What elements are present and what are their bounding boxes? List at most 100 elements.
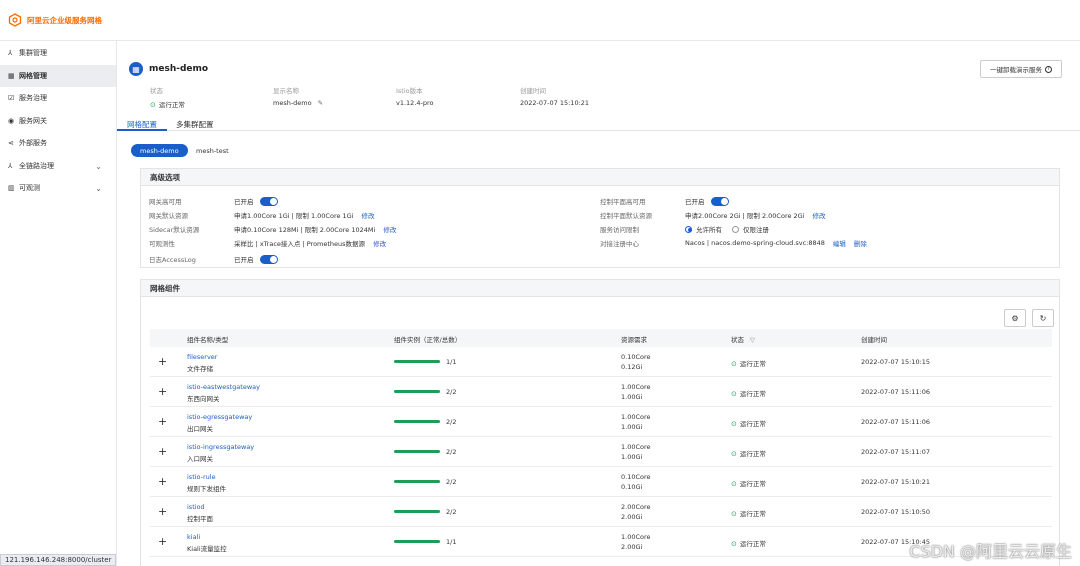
main-content: ▦ mesh-demo 一键卸载演示服务 ? 状态 显示名称 Istio版本 创…	[117, 41, 1080, 566]
instance-count: 2/2	[446, 478, 457, 486]
component-name-link[interactable]: istio-ingressgateway	[187, 443, 254, 451]
instance-count: 1/1	[446, 358, 457, 366]
info-status-value: ⊙ 运行正常	[150, 99, 185, 109]
chevron-down-icon[interactable]: ⌄	[95, 184, 102, 193]
resource-mem: 2.00Gi	[621, 543, 643, 551]
info-display-name-label: 显示名称	[273, 87, 299, 95]
expand-row-icon[interactable]: +	[158, 445, 167, 458]
instance-progress-fill	[394, 510, 440, 513]
component-status: ⊙ 运行正常	[731, 478, 766, 488]
chevron-down-icon[interactable]: ⌄	[95, 162, 102, 171]
trace-icon: ⅄	[8, 161, 13, 170]
brand-name[interactable]: 阿里云企业级服务网格	[27, 15, 102, 26]
component-type: 出口网关	[187, 425, 213, 433]
instance-count: 2/2	[446, 448, 457, 456]
component-created-time: 2022-07-07 15:10:21	[861, 478, 931, 486]
edit-registry-link[interactable]: 编辑	[833, 238, 846, 248]
adv-left-value-1: 申请1.00Core 1Gi | 限制 1.00Core 1Gi 修改	[234, 210, 375, 220]
instance-progress-bar	[394, 480, 440, 483]
table-row: + istio-rule 规则下发组件 2/2 0.10Core 0.10Gi ⊙ 运行正常 2…	[150, 467, 1052, 497]
sidebar-item-label: 网格管理	[19, 71, 47, 80]
col-header-resources: 资源需求	[621, 336, 647, 344]
mesh-pill-mesh-test[interactable]: mesh-test	[187, 144, 238, 157]
sidebar-item-5[interactable]: ⅄ 全链路治理 ⌄	[0, 155, 116, 178]
adv-right-label-3: 对接注册中心	[600, 240, 639, 248]
mesh-pill-mesh-demo[interactable]: mesh-demo	[131, 144, 188, 157]
radio-allow-all[interactable]	[685, 225, 692, 233]
settings-icon[interactable]: ⚙	[1004, 309, 1026, 327]
uninstall-demo-label: 一键卸载演示服务	[990, 66, 1042, 74]
info-created-value: 2022-07-07 15:10:21	[520, 99, 590, 107]
refresh-icon[interactable]: ↻	[1032, 309, 1054, 327]
expand-row-icon[interactable]: +	[158, 415, 167, 428]
component-name-link[interactable]: istiod	[187, 503, 205, 511]
filter-icon[interactable]: ▽	[750, 336, 755, 344]
radio-registered-only[interactable]	[732, 225, 739, 233]
component-type: 控制平面	[187, 515, 213, 523]
edit-link[interactable]: 修改	[373, 238, 386, 248]
component-created-time: 2022-07-07 15:11:06	[861, 388, 931, 396]
check-circle-icon: ⊙	[150, 101, 156, 109]
component-name-link[interactable]: kiali	[187, 533, 200, 541]
expand-row-icon[interactable]: +	[158, 355, 167, 368]
adv-value-text: 已开启	[234, 256, 254, 264]
mesh-components-title: 网格组件	[141, 280, 1059, 297]
sidebar-item-1[interactable]: ▦ 网格管理	[0, 64, 116, 87]
watermark-text: CSDN @阿里云云原生	[909, 542, 1072, 561]
toggle-switch[interactable]	[259, 254, 278, 264]
table-row: + istiod 控制平面 2/2 2.00Core 2.00Gi ⊙ 运行正常 2022-07…	[150, 497, 1052, 527]
sidebar-item-label: 全链路治理	[19, 161, 54, 170]
expand-row-icon[interactable]: +	[158, 475, 167, 488]
adv-left-value-2: 申请0.10Core 128Mi | 限制 2.00Core 1024Mi 修改	[234, 224, 396, 234]
instance-count: 1/1	[446, 538, 457, 546]
expand-row-icon[interactable]: +	[158, 505, 167, 518]
status-text: 运行正常	[739, 540, 766, 548]
edit-link[interactable]: 修改	[362, 210, 375, 220]
instance-progress-bar	[394, 450, 440, 453]
status-text: 运行正常	[739, 480, 766, 488]
sidebar-item-2[interactable]: ☑ 服务治理	[0, 87, 116, 110]
component-status: ⊙ 运行正常	[731, 448, 766, 458]
component-name-link[interactable]: fileserver	[187, 353, 217, 361]
instance-progress-fill	[394, 480, 440, 483]
component-name-link[interactable]: istio-rule	[187, 473, 216, 481]
component-created-time: 2022-07-07 15:10:15	[861, 358, 931, 366]
table-row: + istio-ingressgateway 入口网关 2/2 1.00Core 1.00…	[150, 437, 1052, 467]
component-status: ⊙ 运行正常	[731, 538, 766, 548]
status-url: 121.196.146.248:8000/cluster	[0, 554, 117, 566]
adv-left-label-0: 网关高可用	[149, 198, 182, 206]
edit-link[interactable]: 修改	[813, 210, 826, 220]
resource-mem: 1.00Gi	[621, 453, 643, 461]
sidebar-item-4[interactable]: ⋖ 外部服务	[0, 132, 116, 155]
radio-allow-all-label: 允许所有	[696, 226, 722, 234]
adv-value-text: 已开启	[234, 198, 254, 206]
top-bar: 阿里云企业级服务网格	[0, 0, 1080, 41]
expand-row-icon[interactable]: +	[158, 385, 167, 398]
chart-icon: ▥	[8, 184, 15, 193]
adv-right-value-2: 允许所有 仅限注册	[685, 224, 769, 234]
edit-icon[interactable]: ✎	[318, 99, 323, 107]
edit-link[interactable]: 修改	[383, 224, 396, 234]
uninstall-demo-button[interactable]: 一键卸载演示服务 ?	[980, 60, 1062, 78]
sidebar-item-6[interactable]: ▥ 可观测 ⌄	[0, 177, 116, 200]
toggle-switch[interactable]	[259, 196, 278, 206]
info-status-label: 状态	[150, 87, 163, 95]
component-name-link[interactable]: istio-eastwestgateway	[187, 383, 260, 391]
sidebar-item-3[interactable]: ◉ 服务网关	[0, 110, 116, 133]
mesh-logo-icon	[8, 13, 22, 27]
col-header-status[interactable]: 状态 ▽	[731, 334, 755, 344]
tab-multi-cluster[interactable]: 多集群配置	[176, 119, 214, 130]
expand-row-icon[interactable]: +	[158, 535, 167, 548]
component-name-link[interactable]: istio-egressgateway	[187, 413, 252, 421]
toggle-switch[interactable]	[710, 196, 729, 206]
adv-left-value-0: 已开启	[234, 196, 278, 206]
instance-progress-fill	[394, 540, 440, 543]
adv-left-label-3: 可观测性	[149, 240, 175, 248]
sidebar-item-0[interactable]: ⅄ 集群管理	[0, 42, 116, 65]
component-type: Kiali流量监控	[187, 545, 227, 553]
delete-registry-link[interactable]: 删除	[854, 238, 867, 248]
status-text: 运行正常	[739, 360, 766, 368]
resource-cpu: 2.00Core	[621, 503, 651, 511]
check-circle-icon: ⊙	[731, 540, 737, 548]
adv-left-label-4: 日志AccessLog	[149, 256, 196, 264]
